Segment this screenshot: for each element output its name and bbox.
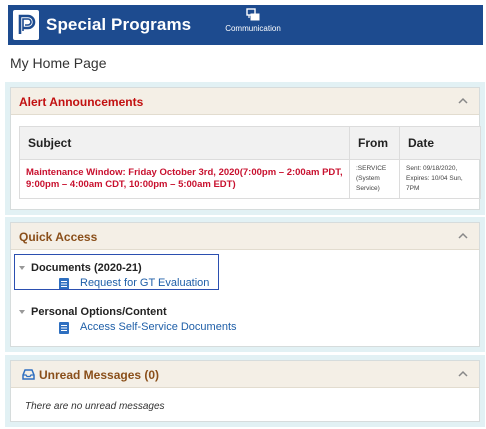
quick-access-title: Quick Access bbox=[19, 230, 98, 244]
alert-from-line: :SERVICE bbox=[356, 165, 387, 172]
unread-messages-panel: Unread Messages (0) There are no unread … bbox=[10, 360, 480, 422]
highlight-box bbox=[14, 254, 219, 290]
alerts-table: Subject From Date Maintenance Window: Fr… bbox=[19, 126, 481, 199]
collapse-chevron-icon[interactable] bbox=[457, 96, 469, 106]
column-header-subject[interactable]: Subject bbox=[19, 126, 350, 160]
alert-from-line: (System bbox=[356, 175, 380, 182]
unread-messages-frame: Unread Messages (0) There are no unread … bbox=[5, 355, 485, 427]
communication-nav-item[interactable]: Communication bbox=[218, 8, 288, 33]
alert-announcements-header[interactable]: Alert Announcements bbox=[11, 88, 479, 115]
alert-from: :SERVICE (System Service) bbox=[349, 159, 400, 199]
communication-icon bbox=[246, 8, 260, 21]
alert-expires-date: Expires: 10/04 Sun, 7PM bbox=[406, 175, 463, 192]
unread-messages-header[interactable]: Unread Messages (0) bbox=[11, 361, 479, 388]
inbox-icon bbox=[22, 369, 35, 380]
alert-date: Sent: 09/18/2020, Expires: 10/04 Sun, 7P… bbox=[399, 159, 481, 199]
alert-announcements-panel: Alert Announcements Subject From Date Ma… bbox=[10, 87, 481, 210]
quick-access-header[interactable]: Quick Access bbox=[11, 223, 479, 250]
page-title: My Home Page bbox=[10, 55, 107, 71]
link-label: Access Self-Service Documents bbox=[80, 321, 237, 333]
no-messages-text: There are no unread messages bbox=[25, 401, 165, 412]
alerts-header-row: Subject From Date bbox=[19, 126, 481, 160]
top-nav-bar: Special Programs Communication bbox=[8, 5, 483, 45]
collapse-chevron-icon[interactable] bbox=[457, 231, 469, 241]
app-title[interactable]: Special Programs bbox=[46, 15, 191, 35]
powerschool-logo-icon[interactable] bbox=[13, 10, 39, 40]
group-title[interactable]: Personal Options/Content bbox=[31, 306, 167, 318]
alert-announcements-title: Alert Announcements bbox=[19, 95, 144, 109]
alert-from-line: Service) bbox=[356, 185, 380, 192]
table-row: Maintenance Window: Friday October 3rd, … bbox=[19, 159, 481, 199]
quick-access-group-personal: Personal Options/Content Access Self-Ser… bbox=[19, 306, 319, 336]
document-icon bbox=[59, 322, 69, 334]
communication-label: Communication bbox=[225, 24, 281, 33]
column-header-from[interactable]: From bbox=[349, 126, 400, 160]
unread-messages-title: Unread Messages (0) bbox=[39, 368, 160, 382]
collapse-chevron-icon[interactable] bbox=[457, 369, 469, 379]
alert-subject[interactable]: Maintenance Window: Friday October 3rd, … bbox=[19, 159, 350, 199]
expand-triangle-icon[interactable] bbox=[19, 310, 25, 314]
alert-announcements-frame: Alert Announcements Subject From Date Ma… bbox=[5, 82, 485, 215]
column-header-date[interactable]: Date bbox=[399, 126, 481, 160]
alert-sent-date: Sent: 09/18/2020, bbox=[406, 165, 458, 172]
